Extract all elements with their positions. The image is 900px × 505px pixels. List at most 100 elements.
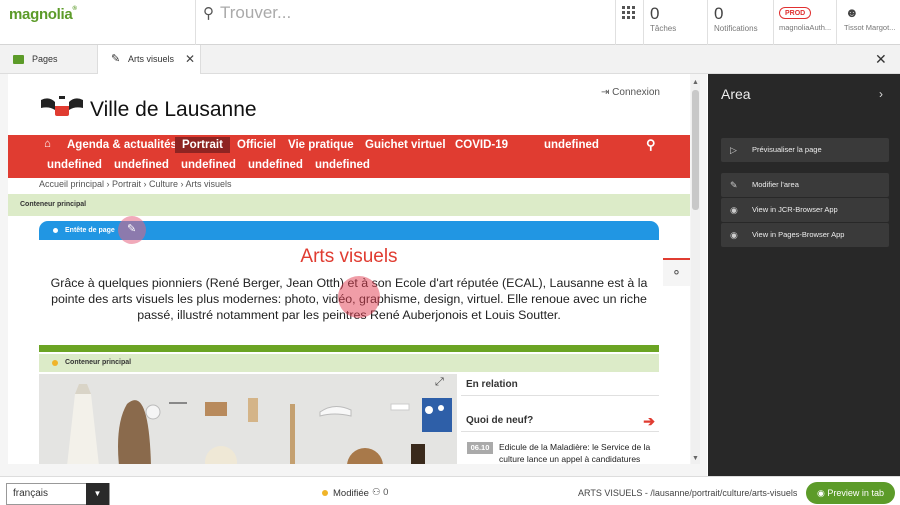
edit-area-button[interactable]: ✎ (118, 216, 146, 244)
language-value: français (13, 488, 49, 499)
click-indicator (338, 276, 380, 318)
nav-item[interactable]: undefined (181, 159, 236, 171)
magnolia-logo[interactable]: magnolia® (9, 6, 77, 23)
page-status: Modifiée (322, 488, 369, 499)
hero-image[interactable] (39, 374, 457, 464)
notifications-label: Notifications (714, 24, 758, 33)
environment-badge: PROD (779, 7, 812, 19)
pages-app-icon (13, 55, 24, 64)
preview-in-tab-button[interactable]: ◉ Preview in tab (806, 482, 895, 504)
panel-title: Area (721, 86, 751, 102)
area-inner-label: Conteneur principal (65, 359, 132, 366)
area-bar-inner[interactable]: Conteneur principal (39, 354, 659, 372)
status-dot (322, 490, 328, 496)
user-name[interactable]: Tissot Margot... (844, 23, 895, 32)
page-path: ARTS VISUELS - /lausanne/portrait/cultur… (578, 488, 798, 498)
close-icon[interactable]: ✕ (875, 45, 887, 74)
tasks-indicator[interactable]: 0 Tâches (650, 4, 676, 33)
preview-scrollbar[interactable]: ▲ ▼ (691, 79, 700, 464)
search-icon: ⚲ (203, 5, 214, 22)
tab-active-label: Arts visuels (128, 54, 175, 64)
environment-user: magnoliaAuth... (779, 23, 832, 32)
preview-icon: ▷ (730, 145, 737, 155)
scroll-up-icon[interactable]: ▲ (692, 79, 699, 86)
user-icon[interactable]: ☻ (845, 5, 859, 20)
active-users: ⚇ 0 (372, 487, 388, 498)
app-launcher-icon[interactable] (622, 6, 635, 19)
page-preview: Ville de Lausanne ⇥ Connexion ⌂ Agenda &… (0, 74, 707, 476)
scroll-down-icon[interactable]: ▼ (692, 455, 699, 462)
search-input[interactable] (220, 2, 600, 24)
site-title[interactable]: Ville de Lausanne (90, 98, 257, 122)
scroll-thumb[interactable] (692, 90, 699, 210)
action-label: View in JCR-Browser App (752, 205, 838, 214)
language-select[interactable]: français ▼ (6, 483, 110, 505)
home-icon[interactable]: ⌂ (44, 138, 51, 150)
nav-item[interactable]: undefined (248, 159, 303, 171)
area-dot (53, 228, 58, 233)
search-box[interactable]: ⚲ (195, 0, 615, 45)
action-label: View in Pages-Browser App (752, 230, 845, 239)
share-icon[interactable]: ⚬ (663, 258, 690, 286)
page-canvas: Ville de Lausanne ⇥ Connexion ⌂ Agenda &… (8, 74, 690, 464)
action-label: Prévisualiser la page (752, 145, 822, 154)
pencil-icon: ✎ (127, 223, 137, 235)
action-label: Modifier l'area (752, 180, 799, 189)
nav-item[interactable]: undefined (114, 159, 169, 171)
lausanne-logo (41, 96, 83, 116)
tasks-count: 0 (650, 4, 660, 23)
status-bar: français ▼ Modifiée ⚇ 0 ARTS VISUELS - /… (0, 476, 900, 505)
action-panel: Area › ▷ Prévisualiser la page ✎ Modifie… (708, 74, 900, 476)
nav-item-selected[interactable]: Portrait (175, 137, 230, 153)
related-column: En relation Quoi de neuf? ➔ 06.10 Edicul… (461, 374, 659, 464)
tab-pages[interactable]: Pages (0, 45, 97, 74)
nav-item[interactable]: Officiel (237, 139, 276, 151)
pencil-icon: ✎ (730, 180, 738, 190)
tab-arts-visuels[interactable]: ✎ Arts visuels ✕ (97, 45, 201, 75)
main-navigation: ⌂ Agenda & actualités Portrait Officiel … (8, 135, 690, 178)
news-heading[interactable]: Quoi de neuf? ➔ (461, 410, 659, 432)
eye-icon: ◉ (730, 230, 738, 240)
nav-item[interactable]: undefined (315, 159, 370, 171)
related-heading: En relation (461, 374, 659, 396)
login-icon: ⇥ (601, 87, 610, 98)
nav-item[interactable]: undefined (47, 159, 102, 171)
status-label: Modifiée (333, 488, 369, 499)
login-link[interactable]: ⇥ Connexion (601, 87, 660, 98)
notifications-count: 0 (714, 4, 724, 23)
eye-icon: ◉ (817, 488, 825, 498)
action-view-jcr[interactable]: ◉ View in JCR-Browser App (721, 198, 889, 222)
users-count: 0 (383, 487, 389, 498)
top-bar: magnolia® ⚲ 0 Tâches 0 Notifications PRO… (0, 0, 900, 45)
area-bar-main[interactable]: Conteneur principal (8, 194, 690, 216)
nav-item[interactable]: Vie pratique (288, 139, 354, 151)
notifications-indicator[interactable]: 0 Notifications (714, 4, 758, 33)
breadcrumb[interactable]: Accueil principal › Portrait › Culture ›… (39, 179, 232, 189)
pencil-icon: ✎ (111, 53, 121, 65)
area-dot (52, 360, 58, 366)
nav-item[interactable]: undefined (544, 139, 599, 151)
news-heading-label: Quoi de neuf? (466, 415, 534, 426)
news-date: 06.10 (467, 442, 493, 454)
login-label: Connexion (612, 87, 660, 98)
news-item[interactable]: Edicule de la Maladière: le Service de l… (499, 441, 657, 464)
search-icon[interactable]: ⚲ (646, 137, 656, 153)
area-divider (39, 345, 659, 352)
area-header-label: Entête de page (65, 227, 115, 234)
design-objects-image (67, 384, 452, 464)
action-edit-area[interactable]: ✎ Modifier l'area (721, 173, 889, 197)
tasks-label: Tâches (650, 24, 677, 33)
chevron-down-icon[interactable]: ▼ (86, 483, 109, 505)
tab-bar: Pages ✎ Arts visuels ✕ ✕ (0, 45, 900, 75)
nav-item[interactable]: Agenda & actualités (67, 139, 177, 151)
tab-pages-label: Pages (32, 54, 58, 64)
expand-icon[interactable]: ⤢ (435, 376, 444, 389)
collapse-panel-icon[interactable]: › (879, 87, 883, 101)
arrow-right-icon: ➔ (643, 413, 655, 429)
action-preview-page[interactable]: ▷ Prévisualiser la page (721, 138, 889, 162)
nav-item[interactable]: COVID-19 (455, 139, 508, 151)
preview-in-tab-label: Preview in tab (827, 488, 884, 498)
action-view-pages[interactable]: ◉ View in Pages-Browser App (721, 223, 889, 247)
nav-item[interactable]: Guichet virtuel (365, 139, 446, 151)
close-tab-icon[interactable]: ✕ (185, 45, 195, 74)
